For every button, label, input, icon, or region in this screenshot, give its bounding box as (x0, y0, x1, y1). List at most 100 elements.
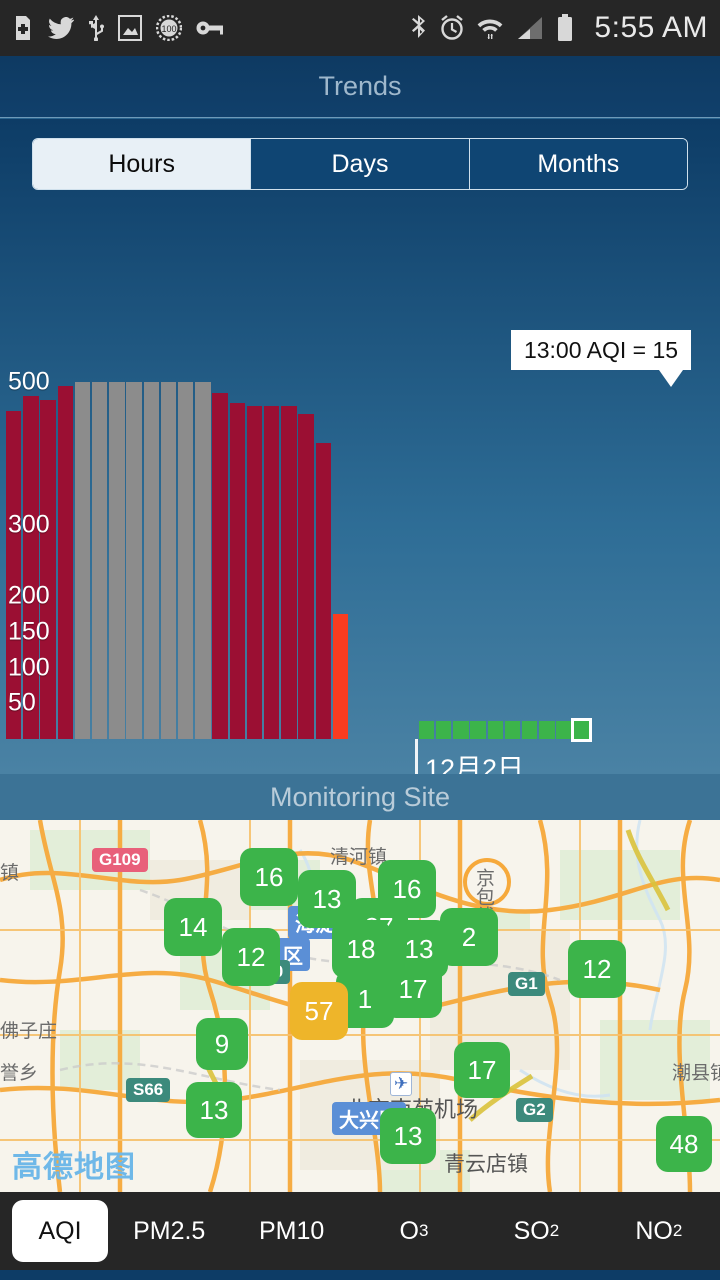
range-tab-days[interactable]: Days (251, 139, 470, 189)
bottom-tab-pm25-label: PM2.5 (133, 1216, 206, 1245)
chart-bar[interactable] (504, 721, 521, 739)
monitoring-site-map[interactable]: 清河镇 京包线 镇 佛子庄 潮县镇 誉乡 北京南苑机场 青云店镇 大兴区 海淀 … (0, 820, 720, 1192)
bottom-tab-o3-label: O (399, 1216, 419, 1245)
page-title: Trends (318, 71, 402, 101)
chart-bar[interactable] (143, 382, 159, 739)
chart-bar[interactable] (229, 403, 245, 739)
chart-bar[interactable] (332, 614, 349, 739)
chart-bar[interactable] (212, 392, 228, 739)
map-marker[interactable]: 12 (222, 928, 280, 986)
chart-bar[interactable] (23, 396, 39, 739)
chart-bar[interactable] (109, 382, 125, 739)
bottom-tab-pm25[interactable]: PM2.5 (108, 1217, 230, 1246)
map-label: 誉乡 (0, 1063, 39, 1084)
chart-y-tick: 300 (8, 510, 50, 539)
chart-bar[interactable] (160, 382, 177, 739)
signal-icon (518, 17, 543, 39)
chart-bar[interactable] (556, 721, 572, 739)
map-label: 潮县镇 (672, 1063, 720, 1084)
chart-bar[interactable] (281, 405, 297, 739)
status-bar-right-icons: 5:55 AM (410, 11, 708, 45)
chart-plot-area[interactable] (6, 382, 714, 742)
twitter-icon (48, 17, 74, 39)
svg-text:100: 100 (161, 24, 176, 34)
nav-hint-strip (0, 1270, 720, 1280)
bottom-tab-o3[interactable]: O3 (353, 1217, 475, 1246)
map-marker[interactable]: 13 (186, 1082, 242, 1138)
bottom-tab-aqi-label: AQI (38, 1216, 82, 1245)
chart-bar[interactable] (92, 382, 108, 739)
chart-bar[interactable] (539, 721, 555, 739)
battery-100-icon: 100 (156, 15, 182, 41)
range-tab-group: Hours Days Months (32, 138, 688, 190)
bottom-tab-no2-label: NO (635, 1216, 673, 1245)
monitoring-site-title: Monitoring Site (269, 781, 451, 812)
bottom-tab-so2[interactable]: SO 2 (475, 1217, 597, 1246)
chart-y-tick: 500 (8, 367, 50, 396)
chart-bar[interactable] (453, 721, 469, 739)
map-marker[interactable]: 2 (440, 908, 498, 966)
chart-bar[interactable] (178, 382, 194, 739)
map-marker[interactable]: 17 (454, 1042, 510, 1098)
map-watermark: 高德地图 (12, 1151, 136, 1184)
chart-y-tick: 150 (8, 617, 50, 646)
chart-bar[interactable] (487, 721, 503, 739)
chart-bar[interactable] (40, 399, 56, 739)
chart-bar[interactable] (298, 414, 314, 739)
alarm-icon (441, 15, 464, 40)
road-badge: S66 (126, 1078, 171, 1102)
bluetooth-icon (412, 15, 426, 38)
map-marker[interactable]: 57 (290, 982, 348, 1040)
battery-icon (558, 14, 573, 41)
chart-y-tick: 100 (8, 653, 50, 682)
status-bar-clock: 5:55 AM (594, 11, 708, 44)
usb-icon (89, 15, 104, 41)
range-tab-months[interactable]: Months (469, 139, 687, 189)
bottom-tab-no2[interactable]: NO 2 (598, 1217, 720, 1246)
chart-bar[interactable] (246, 405, 263, 739)
wifi-icon (478, 19, 503, 39)
chart-bar[interactable] (418, 721, 435, 739)
map-marker[interactable]: 14 (164, 898, 222, 956)
road-badge: G2 (516, 1098, 553, 1122)
monitoring-site-header: Monitoring Site (0, 774, 720, 820)
bottom-tab-so2-sub: 2 (549, 1221, 560, 1240)
chart-bar[interactable] (74, 382, 91, 739)
chart-bar[interactable] (436, 721, 452, 739)
map-label: 镇 (0, 863, 20, 884)
chart-bar[interactable] (470, 721, 486, 739)
map-marker[interactable]: 16 (240, 848, 298, 906)
bottom-tab-bar: AQI PM2.5 PM10 O3 SO 2 NO 2 (0, 1192, 720, 1270)
map-marker[interactable]: 12 (568, 940, 626, 998)
map-marker[interactable]: 13 (380, 1108, 436, 1164)
chart-bar[interactable] (522, 721, 538, 739)
road-badge: G109 (92, 848, 148, 872)
bottom-tab-pm10-label: PM10 (258, 1216, 325, 1245)
bottom-tab-o3-sub: 3 (419, 1221, 429, 1240)
aqi-bar-chart[interactable]: 50 100 150 200 300 500 (0, 259, 720, 742)
chart-y-tick: 50 (8, 688, 36, 717)
map-label: 青云店镇 (444, 1153, 528, 1176)
chart-y-tick: 200 (8, 581, 50, 610)
map-marker[interactable]: 48 (656, 1116, 712, 1172)
chart-bar[interactable] (126, 382, 142, 739)
map-label: 清河镇 (330, 847, 388, 868)
chart-bar[interactable] (57, 385, 73, 739)
trends-panel: Hours Days Months 13:00 AQI = 15 50 100 15… (0, 119, 720, 849)
chart-bar[interactable] (195, 382, 211, 739)
chart-bar[interactable] (315, 442, 331, 739)
bottom-tab-aqi[interactable]: AQI (12, 1200, 108, 1262)
sd-card-icon (16, 16, 30, 40)
map-marker[interactable]: 9 (196, 1018, 248, 1070)
range-tab-hours[interactable]: Hours (33, 139, 252, 189)
road-badge: G1 (508, 972, 545, 996)
map-marker[interactable]: 17 (384, 960, 442, 1018)
status-bar: 100 5:55 AM (0, 0, 720, 56)
bottom-tab-pm10[interactable]: PM10 (230, 1217, 352, 1246)
app-header: Trends (0, 56, 720, 118)
bottom-tab-so2-label: SO (513, 1216, 550, 1245)
chart-bar[interactable] (264, 406, 280, 739)
status-bar-left-icons: 100 (12, 15, 224, 41)
screenshot-icon (118, 15, 142, 41)
chart-bar-selected[interactable] (570, 718, 593, 742)
